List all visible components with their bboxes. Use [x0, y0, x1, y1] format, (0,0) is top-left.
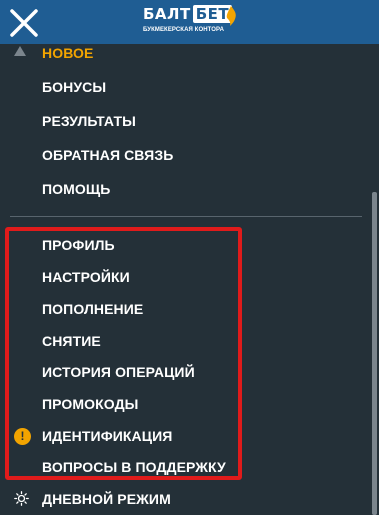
scrollbar[interactable]	[372, 192, 377, 515]
menu-item-deposit[interactable]: ПОПОЛНЕНИЕ	[42, 301, 143, 317]
menu-item-identification[interactable]: ИДЕНТИФИКАЦИЯ	[42, 428, 172, 444]
logo-subtitle: БУКМЕКЕРСКАЯ КОНТОРА	[143, 27, 225, 33]
menu-item-support-questions[interactable]: ВОПРОСЫ В ПОДДЕРЖКУ	[42, 459, 226, 475]
menu-item-bonuses[interactable]: БОНУСЫ	[42, 79, 106, 95]
baltbet-logo[interactable]: БАЛТ БЕТ БУКМЕКЕРСКАЯ КОНТОРА	[143, 3, 239, 41]
menu-item-results[interactable]: РЕЗУЛЬТАТЫ	[42, 113, 136, 129]
menu-item-help[interactable]: ПОМОЩЬ	[42, 181, 110, 197]
menu-divider	[10, 216, 362, 217]
flame-icon	[226, 6, 236, 26]
menu-item-new[interactable]: НОВОЕ	[42, 45, 94, 61]
news-icon	[14, 46, 26, 56]
app-header: БАЛТ БЕТ БУКМЕКЕРСКАЯ КОНТОРА	[0, 0, 379, 44]
logo-main-text: БАЛТ	[143, 5, 191, 23]
menu-item-transaction-history[interactable]: ИСТОРИЯ ОПЕРАЦИЙ	[42, 364, 195, 380]
close-icon[interactable]	[8, 7, 40, 39]
menu-item-settings[interactable]: НАСТРОЙКИ	[42, 269, 130, 285]
menu-item-withdrawal[interactable]: СНЯТИЕ	[42, 333, 101, 349]
sun-icon	[14, 491, 29, 506]
menu-item-feedback[interactable]: ОБРАТНАЯ СВЯЗЬ	[42, 147, 173, 163]
menu-item-promocodes[interactable]: ПРОМОКОДЫ	[42, 396, 139, 412]
menu-item-profile[interactable]: ПРОФИЛЬ	[42, 237, 115, 253]
warning-icon: !	[14, 428, 31, 445]
menu-item-day-mode[interactable]: ДНЕВНОЙ РЕЖИМ	[42, 491, 171, 507]
